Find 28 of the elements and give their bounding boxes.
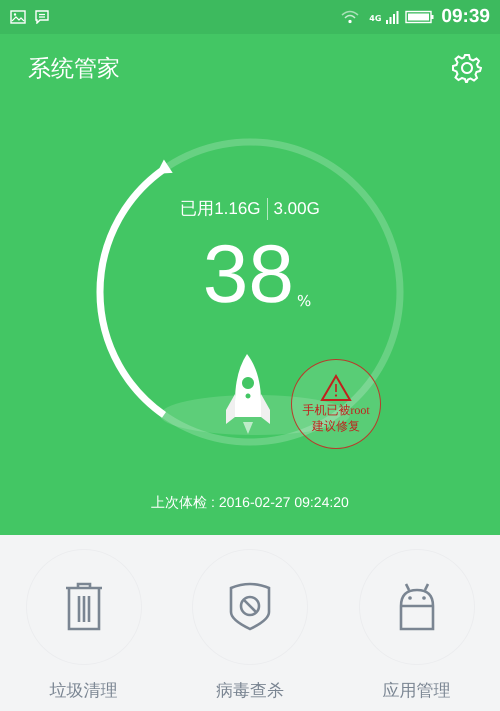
rocket-icon (226, 354, 270, 434)
image-icon (10, 10, 26, 24)
used-memory: 已用1.16G (180, 198, 260, 220)
settings-icon[interactable] (452, 53, 482, 83)
trash-icon (64, 582, 104, 632)
tool-label: 垃圾清理 (50, 680, 118, 702)
battery-icon (405, 10, 436, 24)
tool-button[interactable] (192, 549, 308, 665)
tool-label: 应用管理 (382, 680, 450, 702)
tool-button[interactable] (26, 549, 142, 665)
tool-button[interactable] (358, 549, 474, 665)
app-title: 系统管家 (28, 54, 120, 84)
warning-icon (320, 374, 352, 402)
total-memory: 3.00G (274, 198, 320, 218)
tool-label: 病毒查杀 (216, 680, 284, 702)
usage-percent: 38 (202, 234, 294, 316)
root-warning-badge[interactable]: 手机已被root 建议修复 (291, 359, 381, 449)
last-check-time: 上次体检 : 2016-02-27 09:24:20 (150, 494, 350, 512)
shield-icon (228, 582, 272, 632)
warning-text: 手机已被root (302, 402, 370, 418)
message-icon (35, 10, 49, 24)
wifi-icon (341, 10, 360, 24)
warning-text: 建议修复 (312, 418, 360, 434)
android-icon (396, 582, 436, 632)
network-type: 4G (369, 14, 382, 23)
signal-icon (385, 10, 402, 24)
clock-time: 09:39 (441, 6, 490, 28)
percent-unit: % (296, 292, 312, 310)
